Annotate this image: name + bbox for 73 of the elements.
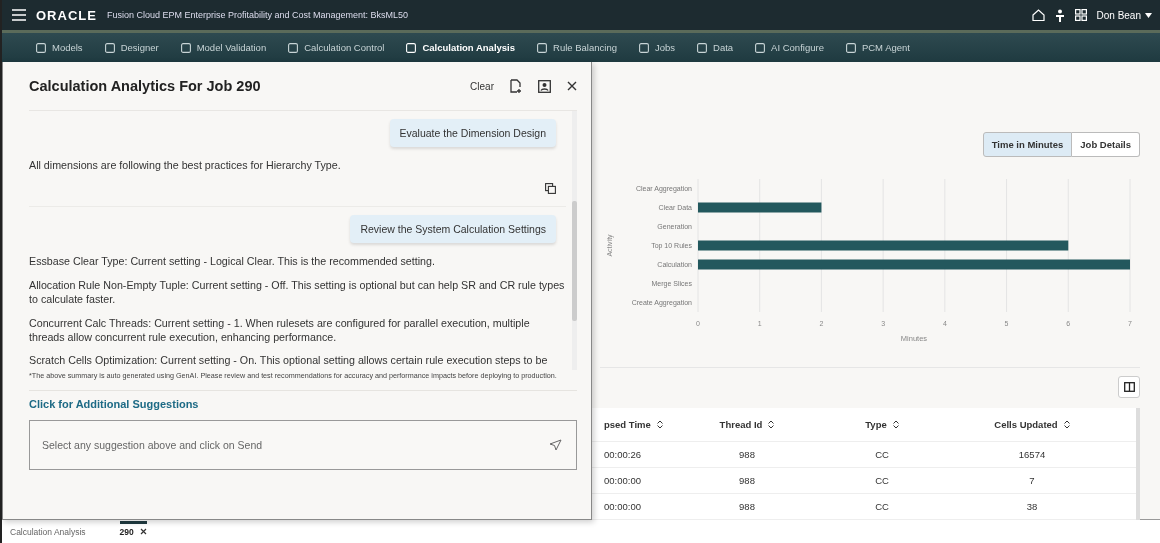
home-icon[interactable]: [1031, 9, 1045, 21]
scrollbar-thumb[interactable]: [572, 201, 577, 321]
sort-icon[interactable]: [892, 420, 899, 429]
table-cell: CC: [875, 501, 889, 512]
message-box[interactable]: Select any suggestion above and click on Send: [29, 419, 577, 470]
nav-tab[interactable]: Jobs: [638, 38, 676, 57]
sort-icon[interactable]: [656, 420, 663, 429]
document-tab[interactable]: 290: [119, 520, 147, 537]
image-icon[interactable]: [538, 79, 551, 93]
square-icon: [537, 42, 548, 53]
suggestions-link[interactable]: Click for Additional Suggestions: [29, 397, 577, 410]
message-field[interactable]: Select any suggestion above and click on Send: [40, 437, 549, 452]
sort-icon[interactable]: [768, 420, 775, 429]
square-icon: [845, 42, 856, 53]
panel-title: Calculation Analytics For Job 290: [29, 78, 262, 94]
square-icon: [180, 42, 191, 53]
user-menu[interactable]: Don Bean: [1096, 9, 1152, 21]
menu-icon[interactable]: [12, 9, 26, 21]
nav-tab[interactable]: Data: [697, 38, 734, 57]
nav-tab[interactable]: PCM Agent: [845, 38, 910, 57]
table-cell: 988: [739, 475, 755, 486]
square-icon: [288, 42, 299, 53]
columns-icon: [1123, 382, 1135, 392]
square-icon: [406, 42, 417, 53]
table-cell: 00:00:00: [604, 475, 641, 486]
nav-tab[interactable]: AI Configure: [755, 38, 824, 57]
square-icon: [697, 42, 708, 53]
copy-icon[interactable]: [545, 182, 556, 194]
nav-tab[interactable]: Rule Balancing: [537, 38, 617, 57]
person-icon[interactable]: [1054, 8, 1065, 22]
prompt-bubble: Evaluate the Dimension Design: [389, 119, 556, 147]
nav-tab[interactable]: Calculation Control: [288, 38, 385, 57]
column-header[interactable]: Thread Id: [719, 419, 763, 430]
sort-icon[interactable]: [1063, 420, 1070, 429]
table-cell: 00:00:26: [604, 449, 641, 460]
answer-text: Concurrent Calc Threads: Current setting - 1. When rulesets are configured for parallel execution, multiple threads allow concurrent rule execution, enhancing performance.: [29, 316, 531, 345]
table-cell: CC: [875, 475, 889, 486]
answer-text: Scratch Cells Optimization: Current setting - On. This optional setting allows certain rule execution steps to be: [29, 354, 549, 369]
clear-button[interactable]: Clear: [470, 80, 494, 92]
nav-tab[interactable]: Model Validation: [180, 38, 267, 57]
oracle-logo: ORACLE: [36, 7, 97, 23]
column-header[interactable]: Cells Updated: [994, 419, 1058, 430]
column-header[interactable]: Type: [865, 419, 887, 430]
add-document-icon[interactable]: [510, 79, 522, 93]
view-toggle[interactable]: Job Details: [1072, 132, 1140, 157]
grid-icon[interactable]: [1074, 9, 1087, 21]
square-icon: [638, 42, 649, 53]
prompt-bubble: Review the System Calculation Settings: [350, 214, 556, 243]
close-icon[interactable]: [139, 528, 147, 535]
nav-tab[interactable]: Models: [36, 38, 83, 57]
columns-button[interactable]: [1118, 376, 1140, 398]
caret-icon: [1145, 12, 1152, 18]
answer-text: Allocation Rule Non-Empty Tuple: Current setting - Off. This setting is optional but can help SR and CR rule types to calculate faster.: [29, 278, 566, 307]
answer-text: Essbase Clear Type: Current setting - Logical Clear. This is the recommended setting.: [29, 254, 436, 269]
table-cell: 00:00:00: [604, 501, 641, 512]
table-cell: 988: [739, 501, 755, 512]
document-tab[interactable]: Calculation Analysis: [10, 526, 86, 537]
answer-text: All dimensions are following the best practices for Hierarchy Type.: [29, 159, 342, 173]
table-cell: 38: [1026, 501, 1038, 512]
square-icon: [104, 42, 115, 53]
table-cell: 988: [739, 449, 755, 460]
send-icon[interactable]: [549, 438, 562, 451]
nav-tab[interactable]: Designer: [104, 38, 159, 57]
table-cell: CC: [875, 449, 889, 460]
square-icon: [755, 42, 766, 53]
nav-tab[interactable]: Calculation Analysis: [406, 38, 516, 57]
app-title: Fusion Cloud EPM Enterprise Profitability and Cost Management: BksML50: [106, 10, 409, 20]
column-header[interactable]: psed Time: [604, 419, 651, 430]
view-toggle[interactable]: Time in Minutes: [982, 132, 1073, 157]
table-cell: 7: [1029, 475, 1035, 486]
table-cell: 16574: [1018, 449, 1046, 460]
square-icon: [36, 42, 46, 53]
close-icon[interactable]: [567, 81, 577, 91]
